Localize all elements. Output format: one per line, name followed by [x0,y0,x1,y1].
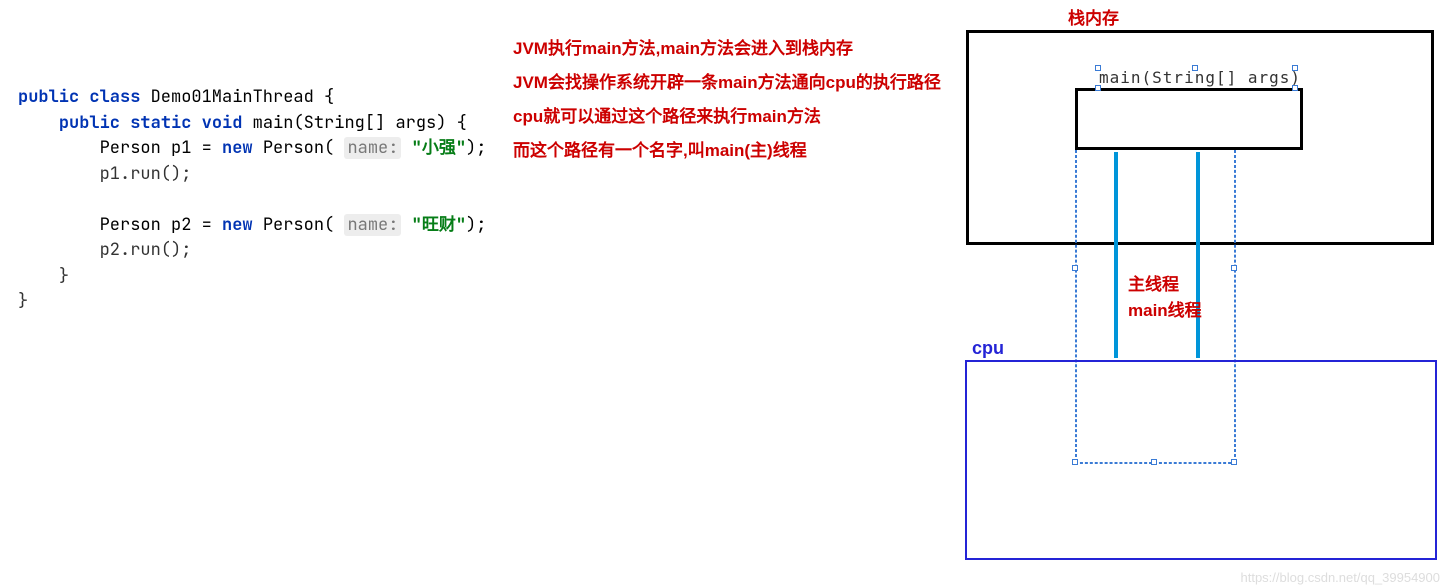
main-sig: main(String[] args) { [253,112,467,134]
blank-line [18,187,486,213]
c4: p1.run(); [100,163,192,185]
bluepath-right [1196,152,1200,358]
handle-bot-left [1095,85,1101,91]
handle-top-mid [1192,65,1198,71]
class-name: Demo01MainThread { [151,86,335,108]
c3b: Person( [253,137,345,159]
hndl-mid-left [1072,265,1078,271]
str1: "小强" [401,137,466,159]
handle-top-right [1292,65,1298,71]
ex-l3: cpu就可以通过这个路径来执行main方法 [513,100,941,134]
cpu-box [965,360,1437,560]
code-line-4: p1.run(); [18,162,486,188]
code-line-1: public class Demo01MainThread { [18,85,486,111]
stack-label: 栈内存 [1068,4,1119,29]
str2: "旺财" [401,214,466,236]
hndl-mid-right [1231,265,1237,271]
c5c: ); [466,214,486,236]
kw-public: public [18,86,79,108]
ex-l2: JVM会找操作系统开辟一条main方法通向cpu的执行路径 [513,66,941,100]
handle-top-left [1095,65,1101,71]
cpu-label: cpu [972,338,1004,359]
code-line-8: } [18,289,486,315]
kw-void: void [202,112,243,134]
c8: } [18,290,28,312]
kw-class: class [89,86,140,108]
code-line-3: Person p1 = new Person( name: "小强"); [18,136,486,162]
code-line-7: } [18,264,486,290]
kw-new1: new [222,137,253,159]
kw-static: static [130,112,191,134]
hint1: name: [344,137,401,159]
code-line-5: Person p2 = new Person( name: "旺财"); [18,213,486,239]
code-line-6: p2.run(); [18,238,486,264]
code-line-2: public static void main(String[] args) { [18,111,486,137]
c3a: Person p1 = [100,137,222,159]
code-block: public class Demo01MainThread { public s… [18,85,486,315]
c7: } [59,265,69,287]
c5b: Person( [253,214,345,236]
thread-l1: 主线程 [1128,272,1202,298]
watermark: https://blog.csdn.net/qq_39954900 [1241,570,1440,585]
hint2: name: [344,214,401,236]
thread-l2: main线程 [1128,298,1202,324]
ex-l1: JVM执行main方法,main方法会进入到栈内存 [513,32,941,66]
explanation-text: JVM执行main方法,main方法会进入到栈内存 JVM会找操作系统开辟一条m… [513,32,941,168]
ex-l4: 而这个路径有一个名字,叫main(主)线程 [513,134,941,168]
c6: p2.run(); [100,239,192,261]
main-frame-box [1075,88,1303,150]
thread-label: 主线程 main线程 [1128,272,1202,323]
c3c: ); [466,137,486,159]
main-signature: main(String[] args) [1099,68,1301,87]
kw-new2: new [222,214,253,236]
kw-public2: public [59,112,120,134]
bluepath-left [1114,152,1118,358]
handle-bot-right [1292,85,1298,91]
c5a: Person p2 = [100,214,222,236]
